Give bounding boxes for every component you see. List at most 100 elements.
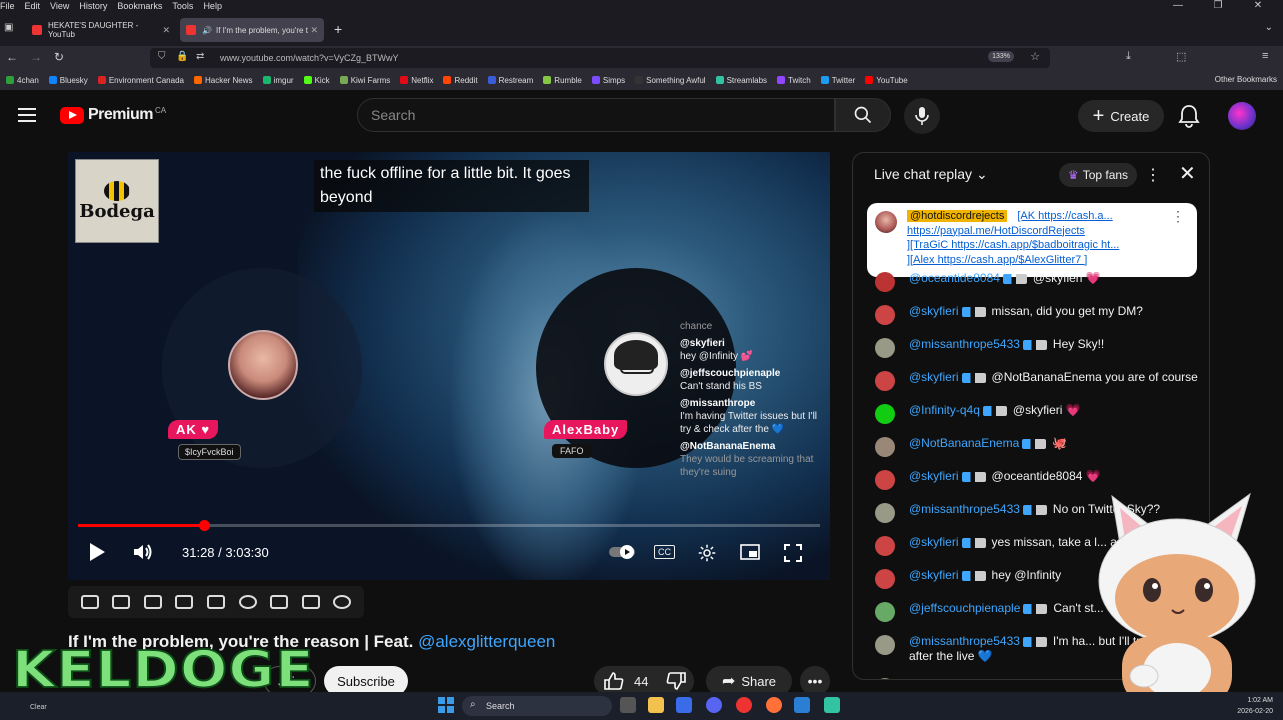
shield-icon[interactable]: ⛉: [158, 51, 166, 62]
bookmark-item[interactable]: Restream: [487, 76, 533, 85]
chat-avatar[interactable]: [875, 437, 895, 457]
close-chat-icon[interactable]: ✕: [1179, 161, 1196, 186]
audio-icon[interactable]: [112, 595, 131, 609]
chat-avatar[interactable]: [875, 305, 895, 325]
speed-icon[interactable]: [238, 595, 257, 609]
pinned-line[interactable]: https://paypal.me/HotDiscordRejects: [907, 224, 1173, 239]
new-tab-icon[interactable]: +: [334, 21, 342, 37]
bookmark-item[interactable]: 4chan: [6, 76, 39, 85]
chat-author[interactable]: @NotBananaEnema: [909, 677, 1019, 679]
chat-avatar[interactable]: [875, 635, 895, 655]
close-window-icon[interactable]: ✕: [1243, 0, 1273, 11]
bookmark-item[interactable]: Rumble: [543, 76, 582, 85]
bookmark-item[interactable]: Environment Canada: [97, 76, 184, 85]
bookmark-item[interactable]: YouTube: [865, 76, 908, 85]
list-all-tabs-icon[interactable]: ⌄: [1265, 22, 1273, 33]
voice-search-button[interactable]: [904, 98, 940, 134]
zoom-level[interactable]: 133%: [988, 51, 1014, 62]
account-avatar[interactable]: [1228, 102, 1256, 130]
url-bar[interactable]: ⛉ 🔒 ⇄ www.youtube.com/watch?v=VyCZg_BTWw…: [150, 48, 1050, 68]
windows-start-icon[interactable]: [438, 697, 454, 713]
top-fans-button[interactable]: ♛ Top fans: [1059, 163, 1137, 187]
chat-author[interactable]: @skyfieri: [909, 304, 959, 318]
fullscreen-icon[interactable]: [784, 544, 802, 562]
chat-avatar[interactable]: [875, 404, 895, 424]
loop-icon[interactable]: [80, 595, 99, 609]
chat-avatar[interactable]: [875, 678, 895, 679]
discord-icon[interactable]: [706, 697, 722, 713]
forward-icon[interactable]: →: [30, 50, 42, 64]
file-explorer-icon[interactable]: [648, 697, 664, 713]
pinned-line[interactable]: ][TraGiC https://cash.app/$badboitragic …: [907, 238, 1173, 253]
pinned-author[interactable]: @hotdiscordrejects: [907, 210, 1008, 222]
chat-avatar[interactable]: [875, 470, 895, 490]
chat-author[interactable]: @skyfieri: [909, 535, 959, 549]
chat-author[interactable]: @jeffscouchpienaple: [909, 601, 1020, 615]
menu-help[interactable]: Help: [203, 1, 222, 11]
bookmark-item[interactable]: Bluesky: [48, 76, 88, 85]
chat-author[interactable]: @skyfieri: [909, 469, 959, 483]
reload-icon[interactable]: ↻: [54, 50, 64, 64]
chat-author[interactable]: @NotBananaEnema: [909, 436, 1019, 450]
bookmark-item[interactable]: Something Awful: [635, 76, 706, 85]
menu-view[interactable]: View: [50, 1, 69, 11]
close-tab-icon[interactable]: ✕: [162, 25, 170, 36]
menu-tools[interactable]: Tools: [172, 1, 193, 11]
tab-hekate[interactable]: HEKATE'S DAUGHTER - YouTub ✕: [26, 18, 176, 42]
app-icon[interactable]: [824, 697, 840, 713]
autoplay-toggle-icon[interactable]: [608, 544, 636, 560]
extensions-icon[interactable]: ⬚: [1176, 50, 1186, 63]
taskbar-clock[interactable]: 1:02 AM 2026-02-20: [1237, 695, 1273, 717]
play-icon[interactable]: [88, 542, 106, 562]
camera-icon[interactable]: [301, 595, 320, 609]
menu-file[interactable]: File: [0, 1, 15, 11]
bookmark-item[interactable]: Twitter: [820, 76, 855, 85]
minimize-icon[interactable]: —: [1163, 0, 1193, 11]
close-tab-icon[interactable]: ✕: [310, 25, 318, 36]
app-icon[interactable]: [794, 697, 810, 713]
notifications-bell-icon[interactable]: [1178, 104, 1200, 128]
chat-avatar[interactable]: [875, 602, 895, 622]
video-player[interactable]: Bodega the fuck offline for a little bit…: [68, 152, 830, 580]
menu-history[interactable]: History: [79, 1, 107, 11]
thumbs-down-icon[interactable]: [666, 672, 687, 690]
tab-list-icon[interactable]: ▣: [4, 22, 13, 33]
chat-message[interactable]: @skyfieri missan, did you get my DM?: [867, 304, 1209, 325]
pinned-line[interactable]: ][Alex https://cash.app/$AlexGlitter7 ]: [907, 253, 1173, 268]
restore-icon[interactable]: ❐: [1203, 0, 1233, 11]
bookmark-item[interactable]: imgur: [262, 76, 294, 85]
chat-avatar[interactable]: [875, 272, 895, 292]
bookmark-item[interactable]: Twitch: [777, 76, 811, 85]
bookmark-item[interactable]: Streamlabs: [715, 76, 767, 85]
downloads-icon[interactable]: ⤓: [1126, 50, 1131, 63]
chat-author[interactable]: @missanthrope5433: [909, 337, 1020, 351]
search-button[interactable]: [835, 98, 891, 132]
app-menu-icon[interactable]: ≡: [1262, 50, 1268, 62]
chat-author[interactable]: @oceantide8084: [909, 271, 1000, 285]
pinned-line[interactable]: [AK https://cash.a...: [1017, 210, 1112, 222]
subtitles-button[interactable]: CC: [654, 545, 675, 559]
chat-avatar[interactable]: [875, 338, 895, 358]
chat-message[interactable]: @skyfieri @NotBananaEnema you are of cour…: [867, 370, 1209, 391]
search-input[interactable]: Search: [357, 98, 835, 132]
chat-mode-dropdown[interactable]: Live chat replay ⌄: [874, 166, 988, 183]
bookmark-item[interactable]: Netflix: [400, 76, 433, 85]
chat-author[interactable]: @missanthrope5433: [909, 634, 1020, 648]
chat-author[interactable]: @Infinity-q4q: [909, 403, 980, 417]
window-icon[interactable]: [206, 595, 225, 609]
lock-icon[interactable]: 🔒: [176, 51, 188, 62]
chat-author[interactable]: @skyfieri: [909, 370, 959, 384]
chat-avatar[interactable]: [875, 503, 895, 523]
bookmark-item[interactable]: Reddit: [443, 76, 478, 85]
chat-avatar[interactable]: [875, 569, 895, 589]
chat-message[interactable]: @missanthrope5433 Hey Sky!!: [867, 337, 1209, 358]
cinema-icon[interactable]: [143, 595, 162, 609]
featured-channel-link[interactable]: @alexglitterqueen: [418, 632, 555, 651]
bookmark-item[interactable]: Simps: [591, 76, 625, 85]
firefox-icon[interactable]: [766, 697, 782, 713]
hamburger-menu-icon[interactable]: [18, 108, 36, 122]
permissions-icon[interactable]: ⇄: [196, 51, 204, 62]
add-icon[interactable]: [270, 595, 289, 609]
task-view-icon[interactable]: [620, 697, 636, 713]
chat-author[interactable]: @missanthrope5433: [909, 502, 1020, 516]
